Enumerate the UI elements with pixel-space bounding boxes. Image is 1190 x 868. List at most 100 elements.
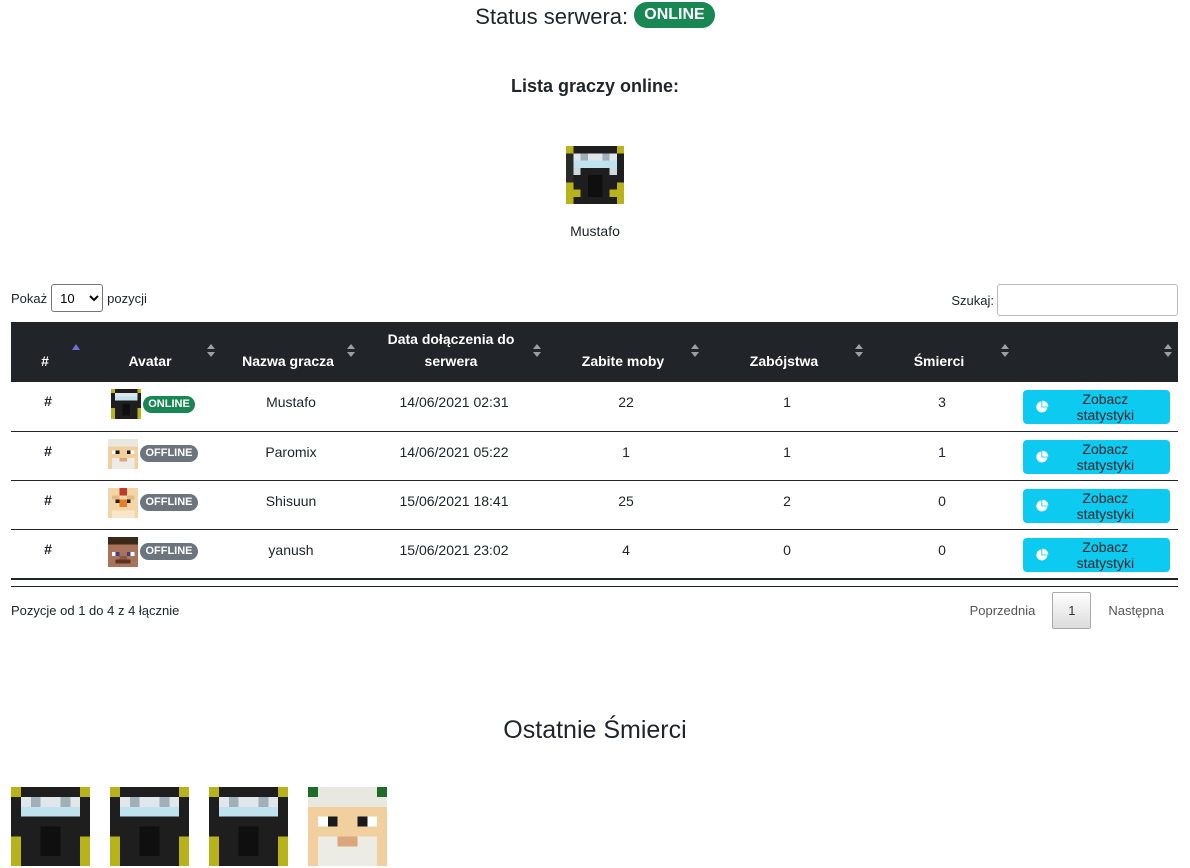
- ninja-head-icon[interactable]: [209, 787, 288, 866]
- online-players-title: Lista graczy online:: [510, 76, 680, 96]
- table-info: Pozycje od 1 do 4 z 4 łącznie: [11, 603, 180, 618]
- mobs-killed: 1: [622, 443, 630, 460]
- table-row: # OFFLINE Shisuun 15/06/2021 18:41 25 2 …: [11, 480, 1178, 529]
- search-input[interactable]: [997, 284, 1178, 316]
- search-label: Szukaj:: [951, 292, 994, 308]
- column-header-actions[interactable]: [1015, 322, 1178, 382]
- pie-chart-icon: [1036, 450, 1049, 463]
- mobs-killed: 25: [618, 492, 634, 509]
- sort-icon: [1164, 344, 1172, 358]
- table-footer-divider: [11, 579, 1178, 587]
- pagination-page-1[interactable]: 1: [1052, 592, 1092, 629]
- player-name: yanush: [268, 541, 314, 558]
- page-length-select[interactable]: 10: [51, 284, 104, 312]
- actions-cell: Zobacz statystyki: [1015, 529, 1178, 578]
- view-stats-label: Zobacz statystyki: [1076, 440, 1135, 473]
- recent-deaths-list: [11, 787, 387, 866]
- view-stats-button[interactable]: Zobacz statystyki: [1023, 390, 1170, 424]
- row-index: #: [44, 540, 52, 557]
- steve-head-icon: [108, 536, 139, 567]
- header-label: Zabite moby: [581, 353, 665, 369]
- column-header-avatar[interactable]: Avatar: [85, 322, 221, 382]
- ninja-head-icon: [566, 146, 624, 204]
- pie-chart-icon: [1036, 400, 1049, 413]
- column-header-joined[interactable]: Data dołączenia do serwera: [361, 322, 547, 382]
- join-date: 14/06/2021 02:31: [399, 394, 509, 410]
- header-label: Avatar: [128, 353, 172, 369]
- header-label: Zabójstwa: [749, 353, 819, 369]
- view-stats-button[interactable]: Zobacz statystyki: [1023, 439, 1170, 474]
- table-row: # OFFLINE yanush 15/06/2021 23:02 4 0 0 …: [11, 529, 1178, 578]
- player-status-badge: OFFLINE: [140, 543, 198, 560]
- view-stats-button[interactable]: Zobacz statystyki: [1023, 537, 1170, 572]
- kills: 2: [783, 492, 791, 509]
- player-name: Shisuun: [265, 492, 317, 509]
- column-header-kills[interactable]: Zabójstwa: [705, 322, 869, 382]
- table-row: # ONLINE Mustafo 14/06/2021 02:31 22 1 3…: [11, 382, 1178, 431]
- entries-label: pozycji: [107, 290, 147, 306]
- old-man-head-icon: [108, 438, 139, 469]
- kills: 1: [783, 443, 791, 460]
- online-player-name: Mustafo: [570, 223, 620, 239]
- ninja-head-icon[interactable]: [11, 787, 90, 866]
- header-label: #: [41, 353, 49, 369]
- players-table: # Avatar Nazwa gracza Data dołączenia do…: [11, 322, 1178, 579]
- column-header-index[interactable]: #: [11, 322, 85, 382]
- view-stats-label: Zobacz statystyki: [1076, 391, 1135, 423]
- header-label: Data dołączenia do serwera: [387, 331, 515, 369]
- column-header-mobs[interactable]: Zabite moby: [547, 322, 705, 382]
- view-stats-button[interactable]: Zobacz statystyki: [1023, 488, 1170, 523]
- online-player-card[interactable]: Mustafo: [0, 146, 1190, 239]
- pagination: Poprzednia 1 Następna: [956, 592, 1178, 629]
- sort-icon: [347, 344, 355, 358]
- show-label: Pokaż: [11, 290, 48, 306]
- player-status-badge: ONLINE: [143, 395, 195, 413]
- deaths: 0: [938, 492, 946, 509]
- actions-cell: Zobacz statystyki: [1015, 382, 1178, 431]
- view-stats-label: Zobacz statystyki: [1076, 538, 1135, 571]
- actions-cell: Zobacz statystyki: [1015, 431, 1178, 480]
- deaths: 3: [938, 394, 946, 410]
- search-control: Szukaj:: [951, 284, 1178, 316]
- avatar-cell: OFFLINE: [85, 529, 221, 578]
- view-stats-label: Zobacz statystyki: [1076, 489, 1135, 522]
- ninja-head-icon[interactable]: [110, 787, 189, 866]
- kills: 0: [783, 541, 791, 558]
- player-name: Mustafo: [266, 394, 316, 410]
- server-status-label: Status serwera:: [475, 4, 629, 29]
- column-header-name[interactable]: Nazwa gracza: [221, 322, 361, 382]
- player-status-badge: OFFLINE: [140, 445, 198, 462]
- avatar-cell: OFFLINE: [85, 480, 221, 529]
- chicken-head-icon: [108, 487, 139, 518]
- deaths: 1: [938, 443, 946, 460]
- page-length-control: Pokaż 10 pozycji: [11, 284, 147, 312]
- pie-chart-icon: [1036, 548, 1049, 561]
- server-status-badge: ONLINE: [634, 2, 715, 29]
- avatar-cell: OFFLINE: [85, 431, 221, 480]
- ninja-head-icon: [111, 389, 142, 419]
- old-man-head-icon[interactable]: [308, 787, 387, 866]
- sort-icon: [207, 344, 215, 358]
- actions-cell: Zobacz statystyki: [1015, 480, 1178, 529]
- pagination-previous[interactable]: Poprzednia: [956, 603, 1050, 618]
- avatar-cell: ONLINE: [85, 382, 221, 431]
- sort-ascending-icon: [72, 344, 80, 350]
- row-index: #: [44, 442, 52, 459]
- row-index: #: [44, 393, 52, 409]
- recent-deaths-title: Ostatnie Śmierci: [503, 716, 687, 744]
- row-index: #: [44, 491, 52, 508]
- pagination-next[interactable]: Następna: [1094, 603, 1178, 618]
- deaths: 0: [938, 541, 946, 558]
- join-date: 15/06/2021 23:02: [399, 541, 509, 558]
- player-status-badge: OFFLINE: [140, 494, 198, 511]
- column-header-deaths[interactable]: Śmierci: [869, 322, 1015, 382]
- sort-icon: [855, 344, 863, 358]
- kills: 1: [783, 394, 791, 410]
- sort-icon: [533, 344, 541, 358]
- sort-icon: [691, 344, 699, 358]
- join-date: 14/06/2021 05:22: [399, 443, 509, 460]
- table-header-row: # Avatar Nazwa gracza Data dołączenia do…: [11, 322, 1178, 382]
- mobs-killed: 4: [622, 541, 630, 558]
- sort-icon: [1001, 344, 1009, 358]
- join-date: 15/06/2021 18:41: [399, 492, 509, 509]
